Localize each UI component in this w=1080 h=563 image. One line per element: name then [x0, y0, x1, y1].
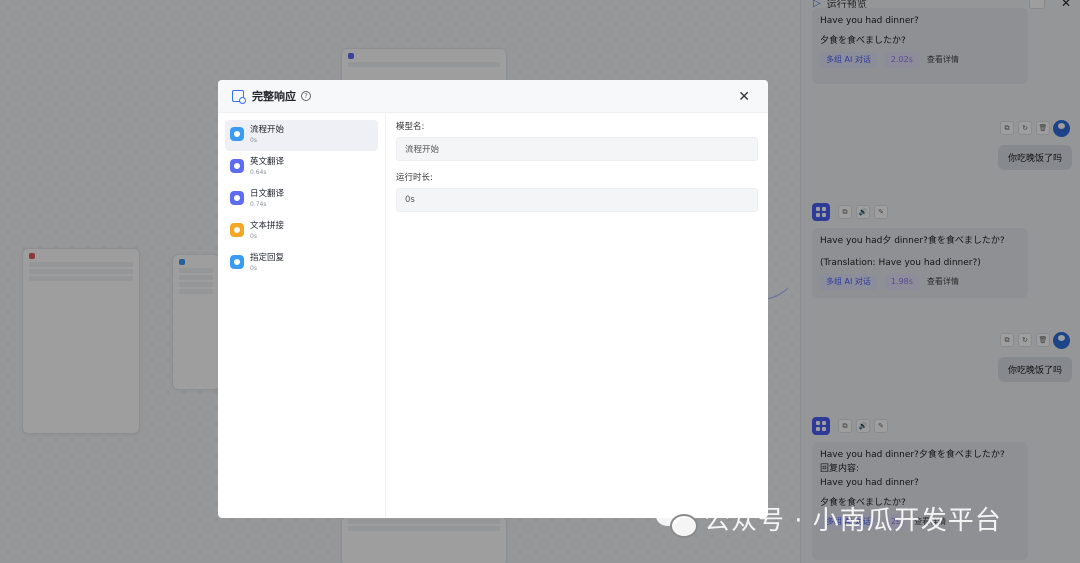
step-item-flow-start[interactable]: 流程开始 0s — [225, 120, 378, 151]
modal-title: 完整响应 — [252, 90, 296, 103]
reply-icon — [230, 255, 244, 269]
help-icon[interactable]: ? — [301, 91, 311, 101]
modal-body: 流程开始 0s 英文翻译 0.64s 日文翻译 0.74s 文本拼接 0s 指定… — [218, 113, 768, 518]
step-time: 0s — [250, 137, 257, 144]
modal-close-button[interactable]: ✕ — [738, 89, 750, 105]
step-name: 日文翻译 — [250, 189, 285, 199]
step-time: 0s — [250, 265, 257, 272]
play-circle-icon — [230, 127, 244, 141]
model-name-label: 模型名: — [396, 122, 425, 132]
full-response-modal: 完整响应 ? ✕ 流程开始 0s 英文翻译 0.64s 日文翻译 0.74s 文… — [218, 80, 768, 518]
runtime-label: 运行时长: — [396, 173, 433, 183]
step-details: 模型名: 流程开始 运行时长: 0s — [386, 113, 768, 518]
step-name: 流程开始 — [250, 125, 285, 135]
model-name-value: 流程开始 — [396, 137, 758, 161]
step-item-english-translate[interactable]: 英文翻译 0.64s — [225, 152, 378, 183]
step-name: 文本拼接 — [250, 221, 285, 231]
step-item-specified-reply[interactable]: 指定回复 0s — [225, 248, 378, 279]
step-time: 0s — [250, 233, 257, 240]
step-list: 流程开始 0s 英文翻译 0.64s 日文翻译 0.74s 文本拼接 0s 指定… — [218, 113, 386, 518]
robot-icon — [230, 159, 244, 173]
step-time: 0.74s — [250, 201, 267, 208]
modal-header: 完整响应 ? ✕ — [218, 80, 768, 113]
robot-icon — [230, 191, 244, 205]
runtime-value: 0s — [396, 188, 758, 212]
step-item-text-concat[interactable]: 文本拼接 0s — [225, 216, 378, 247]
step-time: 0.64s — [250, 169, 267, 176]
response-doc-icon — [232, 90, 246, 104]
step-item-japanese-translate[interactable]: 日文翻译 0.74s — [225, 184, 378, 215]
step-name: 英文翻译 — [250, 157, 285, 167]
wechat-icon — [656, 502, 698, 538]
step-name: 指定回复 — [250, 253, 285, 263]
watermark-text: 公众号 · 小南瓜开发平台 — [704, 506, 1002, 536]
document-icon — [230, 223, 244, 237]
watermark: 公众号 · 小南瓜开发平台 — [656, 500, 1002, 538]
